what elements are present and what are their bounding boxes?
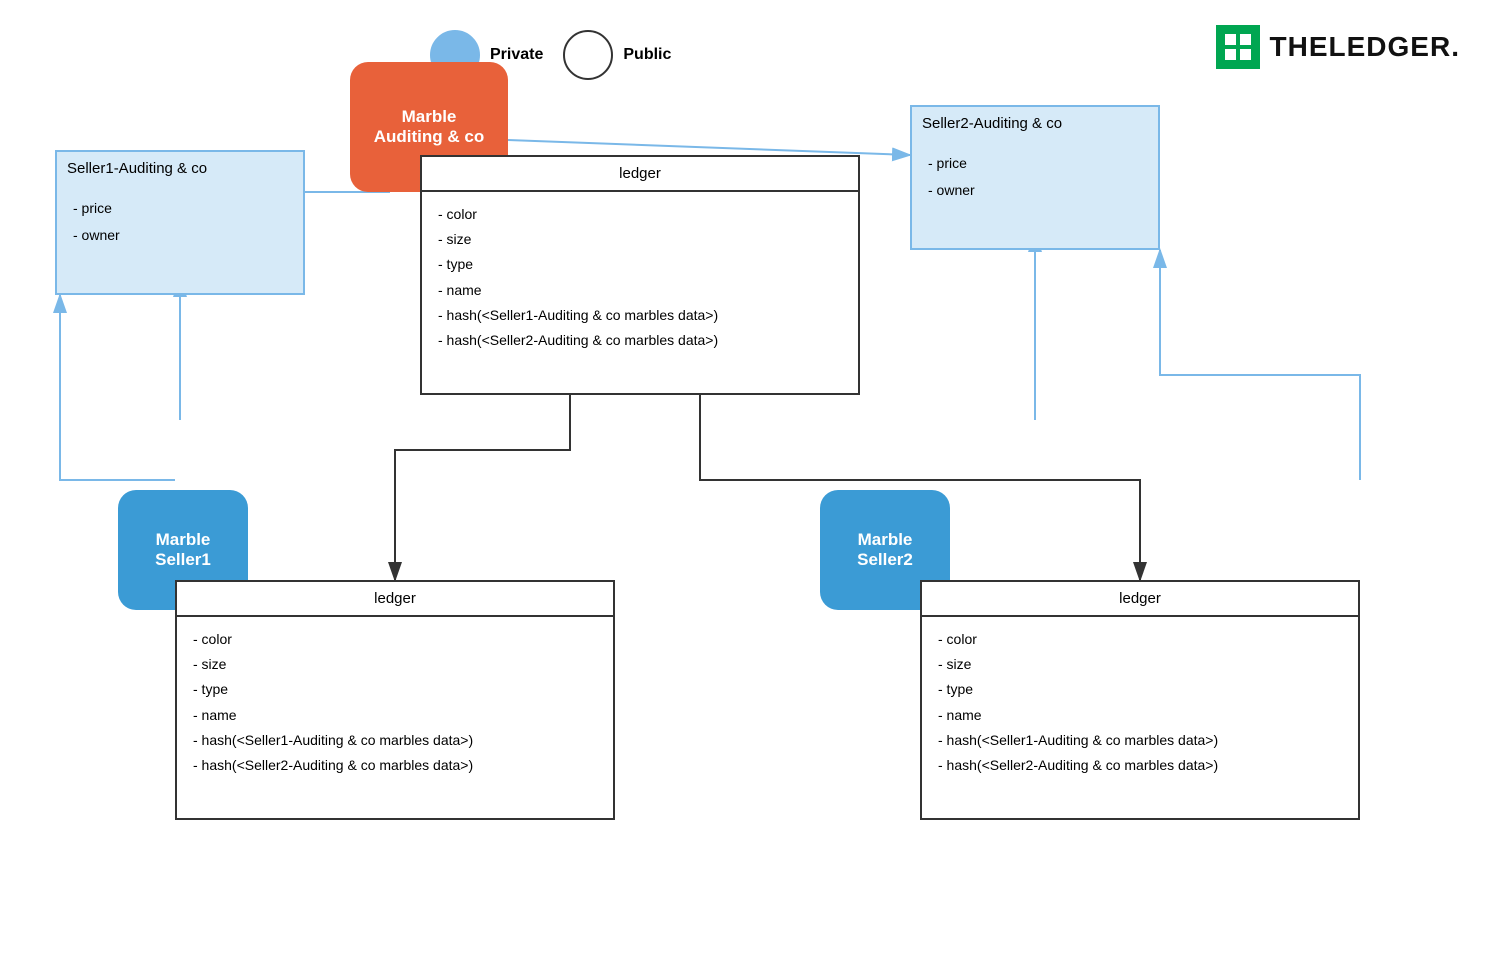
field: - name	[438, 278, 842, 303]
marble-auditing-label: Marble Auditing & co	[364, 97, 494, 157]
field: - hash(<Seller2-Auditing & co marbles da…	[193, 753, 597, 778]
seller1-ledger-header: ledger	[177, 582, 613, 617]
logo-text: THELEDGER.	[1270, 31, 1460, 63]
field: - color	[938, 627, 1342, 652]
seller1-ledger-body: - color - size - type - name - hash(<Sel…	[177, 617, 613, 788]
field: - size	[193, 652, 597, 677]
legend-public: Public	[563, 30, 671, 80]
main-ledger-body: - color - size - type - name - hash(<Sel…	[422, 192, 858, 363]
field: - name	[938, 703, 1342, 728]
main-ledger-node: ledger - color - size - type - name - ha…	[420, 155, 860, 395]
public-circle-icon	[563, 30, 613, 80]
field: - color	[438, 202, 842, 227]
field: - size	[438, 227, 842, 252]
field: - hash(<Seller1-Auditing & co marbles da…	[438, 303, 842, 328]
seller2-ledger-node: ledger - color - size - type - name - ha…	[920, 580, 1360, 820]
field: - type	[438, 252, 842, 277]
seller2-auditing-body: - price - owner	[912, 140, 1158, 213]
field: - name	[193, 703, 597, 728]
seller1-auditing-header: Seller1-Auditing & co	[57, 152, 303, 185]
seller1-ledger-node: ledger - color - size - type - name - ha…	[175, 580, 615, 820]
seller2-ledger-header: ledger	[922, 582, 1358, 617]
field: - hash(<Seller1-Auditing & co marbles da…	[193, 728, 597, 753]
seller2-ledger-body: - color - size - type - name - hash(<Sel…	[922, 617, 1358, 788]
field: - hash(<Seller2-Auditing & co marbles da…	[438, 328, 842, 353]
field: - hash(<Seller1-Auditing & co marbles da…	[938, 728, 1342, 753]
field: - type	[938, 677, 1342, 702]
marble-seller1-label: Marble Seller1	[155, 530, 211, 570]
field: - color	[193, 627, 597, 652]
field: - type	[193, 677, 597, 702]
seller2-auditing-node: Seller2-Auditing & co - price - owner	[910, 105, 1160, 250]
field: - hash(<Seller2-Auditing & co marbles da…	[938, 753, 1342, 778]
field: - owner	[73, 222, 287, 249]
seller1-auditing-node: Seller1-Auditing & co - price - owner	[55, 150, 305, 295]
main-ledger-header: ledger	[422, 157, 858, 192]
field: - price	[73, 195, 287, 222]
public-label: Public	[623, 46, 671, 64]
arrows-diagram	[0, 0, 1500, 978]
field: - price	[928, 150, 1142, 177]
marble-seller2-label: Marble Seller2	[857, 530, 913, 570]
field: - owner	[928, 177, 1142, 204]
logo: THELEDGER.	[1216, 25, 1460, 69]
seller1-auditing-body: - price - owner	[57, 185, 303, 258]
logo-icon	[1216, 25, 1260, 69]
seller2-auditing-header: Seller2-Auditing & co	[912, 107, 1158, 140]
field: - size	[938, 652, 1342, 677]
private-label: Private	[490, 46, 543, 64]
